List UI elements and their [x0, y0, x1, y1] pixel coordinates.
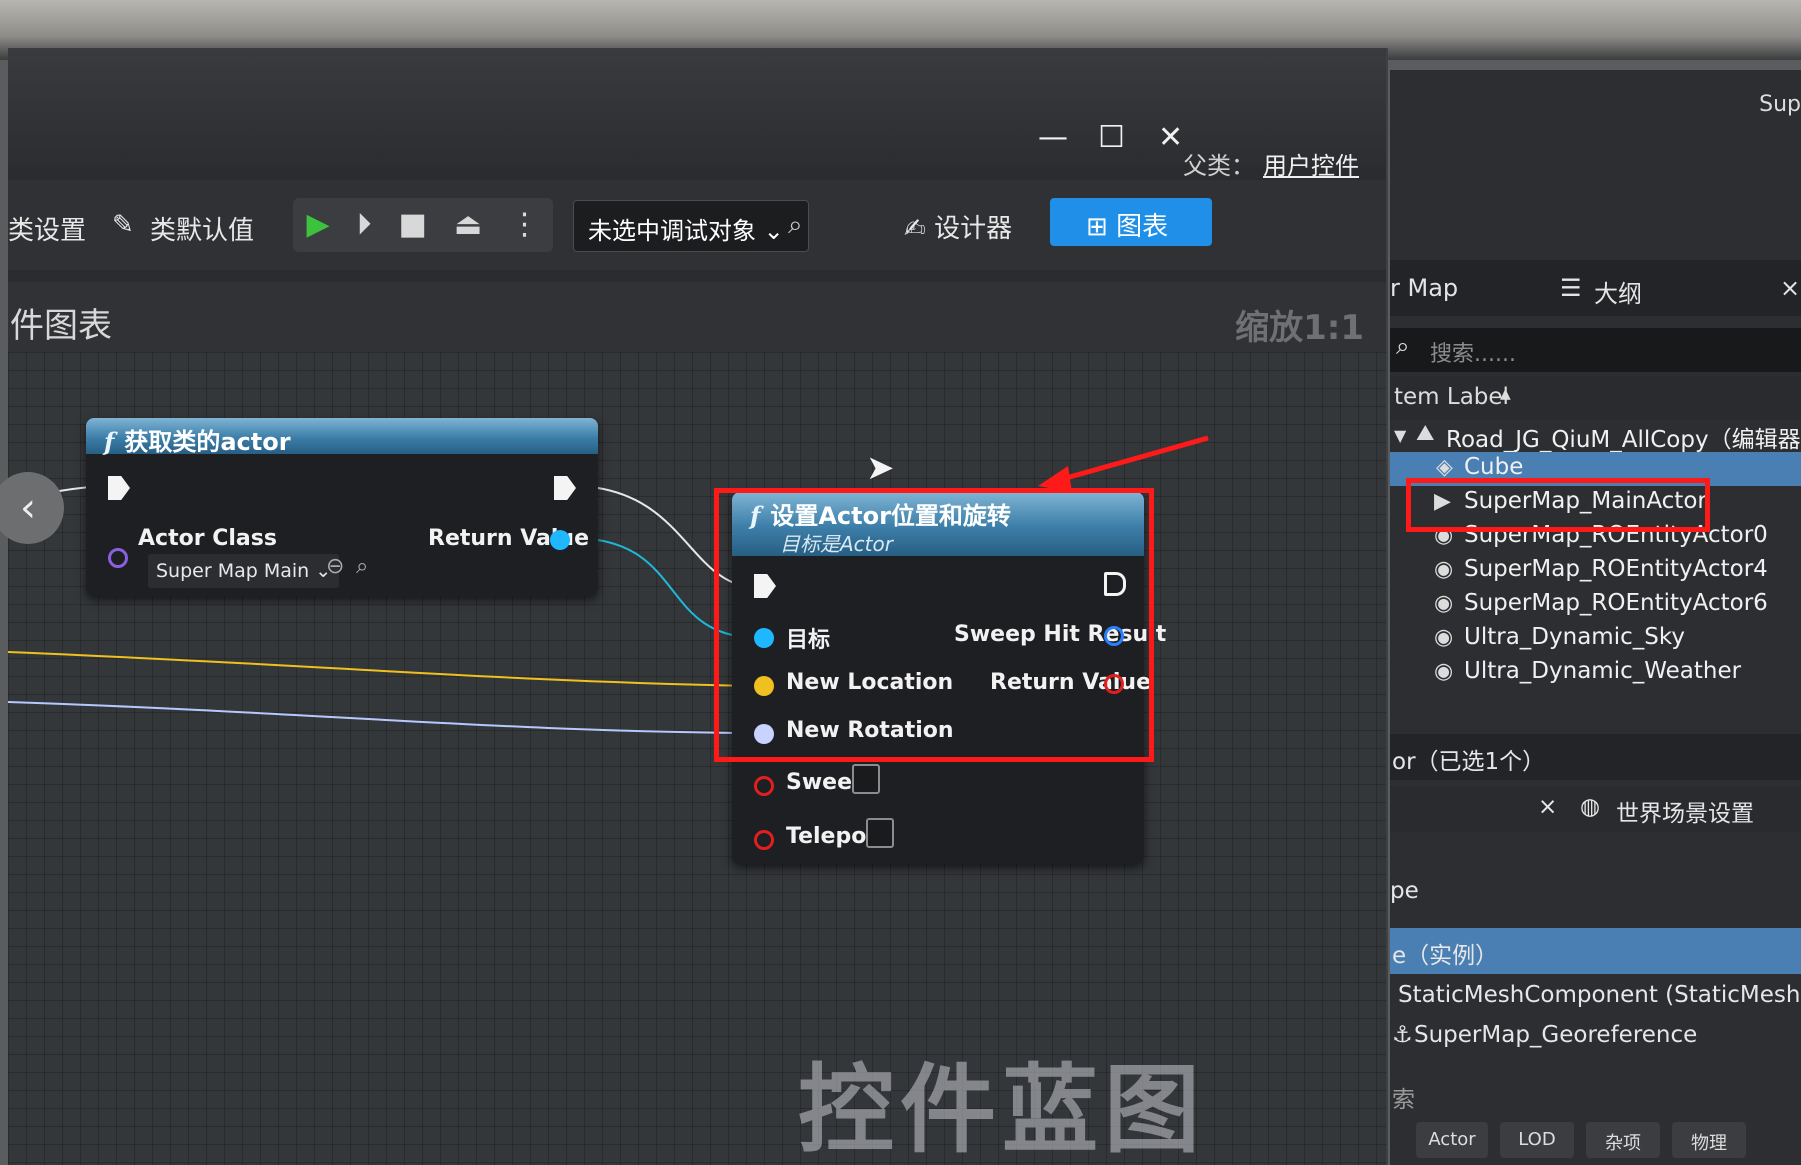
panel-tabs: r Map ☰ 大纲 × — [1390, 260, 1801, 316]
graph-icon: ⊞ — [1086, 212, 1117, 242]
debug-target-dropdown[interactable]: 未选中调试对象 ⌄ — [573, 200, 809, 252]
tree-item[interactable]: ◉ SuperMap_ROEntityActor6 — [1390, 588, 1801, 622]
minimize-icon[interactable]: — — [1038, 120, 1068, 155]
actor-icon: ◉ — [1434, 625, 1454, 650]
node-header: f 获取类的actor — [86, 418, 598, 456]
outliner-highlight-box — [1406, 478, 1710, 532]
tree-item[interactable]: ◉ Ultra_Dynamic_Sky — [1390, 622, 1801, 656]
details-tabs: × ◍ 世界场景设置 — [1390, 786, 1801, 832]
graph-canvas[interactable]: f 获取类的actor Actor Class Super Map Main ⌄ … — [8, 352, 1386, 1165]
actor-class-dropdown[interactable]: Super Map Main ⌄ — [148, 554, 340, 588]
tab-map[interactable]: r Map — [1390, 274, 1458, 302]
instance-label: e（实例） — [1392, 943, 1499, 969]
get-actor-of-class-node[interactable]: f 获取类的actor Actor Class Super Map Main ⌄ … — [86, 418, 598, 596]
pencil-icon: ✎ — [112, 210, 134, 240]
step-icon[interactable]: ⏵ — [357, 210, 372, 240]
search-footer-label: 索 — [1392, 1087, 1415, 1113]
sort-ascending-icon: ▲ — [1500, 386, 1511, 402]
close-icon[interactable]: × — [1780, 274, 1800, 302]
component-item[interactable]: StaticMeshComponent (StaticMeshCom — [1398, 982, 1801, 1008]
toolbar: 类设置 ✎ 类默认值 ▶ ⏵ ■ ⏏ ⋮ 未选中调试对象 ⌄ ⌕ ✍ 设计器 ⊞… — [8, 180, 1386, 270]
graph-tab-button[interactable]: ⊞ 图表 — [1050, 198, 1212, 246]
play-controls: ▶ ⏵ ■ ⏏ ⋮ — [293, 198, 553, 252]
tree-item-label: Ultra_Dynamic_Weather — [1464, 658, 1742, 684]
close-icon[interactable]: ✕ — [1158, 120, 1183, 155]
type-label: pe — [1390, 878, 1419, 904]
tab-outliner[interactable]: 大纲 — [1594, 274, 1642, 309]
debug-search-icon[interactable]: ⌕ — [788, 210, 803, 241]
title-bar: — ☐ ✕ — [8, 48, 1386, 168]
parent-class-link[interactable]: 用户控件 — [1263, 146, 1359, 181]
tab-lod[interactable]: LOD — [1500, 1122, 1574, 1158]
class-defaults-button[interactable]: 类默认值 — [150, 210, 254, 247]
tab-misc[interactable]: 杂项 — [1586, 1122, 1660, 1158]
item-label-column: tem Label — [1394, 384, 1509, 410]
tree-item[interactable]: ◉ Ultra_Dynamic_Weather — [1390, 656, 1801, 690]
column-header[interactable]: tem Label ▲ — [1390, 376, 1801, 420]
return-value-pin[interactable] — [550, 530, 570, 550]
blueprint-editor-window: — ☐ ✕ 父类： 用户控件 类设置 ✎ 类默认值 ▶ ⏵ ■ ⏏ ⋮ 未选中调… — [8, 48, 1388, 1165]
node-title: f 获取类的actor — [104, 427, 291, 456]
arrow-annotation — [1038, 435, 1209, 492]
graph-header: 件图表 缩放1:1 — [8, 282, 1386, 352]
actor-class-label: Actor Class — [138, 526, 277, 551]
play-icon[interactable]: ▶ — [307, 210, 330, 240]
tab-actor[interactable]: Actor — [1416, 1122, 1488, 1158]
exec-in-pin[interactable] — [108, 476, 130, 500]
outliner-search[interactable]: ⌕ 搜索...... — [1390, 328, 1801, 372]
widget-blueprint-watermark: 控件蓝图 — [798, 1054, 1206, 1165]
actor-icon: ◉ — [1434, 591, 1454, 616]
actor-icon: ◉ — [1434, 557, 1454, 582]
eject-icon[interactable]: ⏏ — [454, 210, 482, 240]
mouse-cursor-icon: ➤ — [866, 448, 895, 488]
chevron-down-icon: ⌄ — [763, 217, 784, 245]
graph-label: 图表 — [1116, 212, 1169, 242]
exec-out-pin[interactable] — [554, 476, 576, 500]
teleport-pin[interactable] — [754, 830, 774, 850]
designer-tab-button[interactable]: ✍ 设计器 — [904, 208, 1012, 245]
level-icon: ⛰ — [1416, 421, 1435, 446]
maximize-icon[interactable]: ☐ — [1098, 120, 1125, 155]
highlight-box — [714, 488, 1154, 762]
tree-item-label: Road_JG_QiuM_AllCopy（编辑器） — [1446, 427, 1801, 453]
selected-count: or（已选1个） — [1392, 749, 1546, 775]
search-icon: ⌕ — [1396, 332, 1410, 360]
instance-row[interactable]: e（实例） — [1390, 928, 1801, 974]
zoom-level: 缩放1:1 — [1235, 308, 1364, 348]
tree-item-label: SuperMap_ROEntityActor6 — [1464, 590, 1768, 616]
expand-arrow-icon[interactable]: ▼ — [1394, 426, 1406, 445]
outline-icon: ☰ — [1560, 274, 1582, 302]
tree-item-label: Ultra_Dynamic_Sky — [1464, 624, 1685, 650]
more-options-icon[interactable]: ⋮ — [509, 210, 539, 240]
actor-icon: ◉ — [1434, 659, 1454, 684]
designer-label: 设计器 — [934, 214, 1013, 244]
class-settings-button[interactable]: 类设置 — [8, 210, 86, 247]
graph-title: 件图表 — [10, 306, 112, 346]
debug-target-value: 未选中调试对象 — [588, 217, 756, 245]
details-header: or（已选1个） — [1390, 734, 1801, 780]
tab-physics[interactable]: 物理 — [1672, 1122, 1746, 1158]
tree-item-label: Cube — [1464, 454, 1524, 480]
parent-class-label: 父类： — [1183, 152, 1255, 180]
tree-item[interactable]: ◉ SuperMap_ROEntityActor4 — [1390, 554, 1801, 588]
class-pin[interactable] — [108, 548, 128, 568]
world-settings-tab[interactable]: 世界场景设置 — [1616, 794, 1801, 828]
teleport-checkbox[interactable] — [866, 818, 894, 848]
sweep-pin[interactable] — [754, 776, 774, 796]
sweep-checkbox[interactable] — [852, 764, 880, 794]
panel-top-text: Sup — [1759, 92, 1801, 117]
actor-class-value: Super Map Main — [156, 560, 310, 582]
georeference-item[interactable]: SuperMap_Georeference — [1414, 1022, 1801, 1048]
cube-icon: ◈ — [1436, 455, 1453, 480]
location-wire — [8, 651, 761, 687]
search-placeholder: 搜索...... — [1430, 342, 1516, 367]
designer-icon: ✍ — [904, 214, 935, 244]
rotation-wire — [8, 701, 761, 734]
tree-item[interactable]: ▼ ⛰ Road_JG_QiuM_AllCopy（编辑器） — [1390, 418, 1801, 453]
browse-search-icon[interactable]: ⌕ — [356, 554, 368, 579]
tree-item-label: SuperMap_ROEntityActor4 — [1464, 556, 1768, 582]
use-selected-icon[interactable]: ⊖ — [326, 554, 344, 579]
outliner-panel: Sup r Map ☰ 大纲 × ⌕ 搜索...... tem Label ▲ … — [1390, 70, 1801, 1165]
stop-icon[interactable]: ■ — [399, 210, 427, 240]
